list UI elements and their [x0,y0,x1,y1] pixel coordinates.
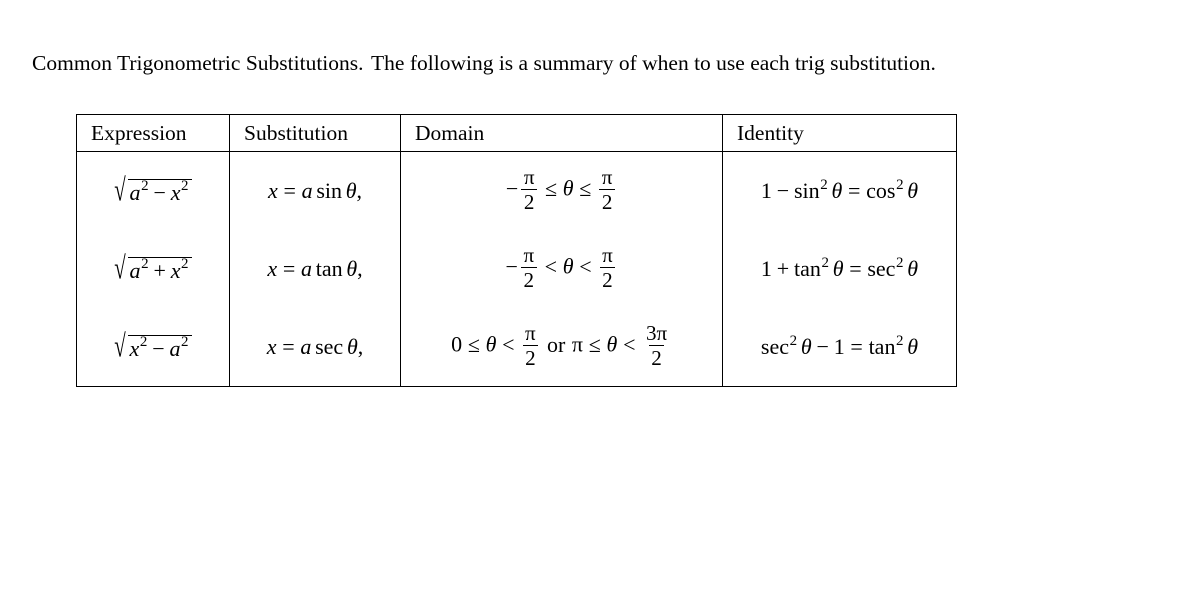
cell-expression: √ a2− x2 [76,151,230,230]
cell-identity: sec2 θ −1 = tan2 θ [722,308,957,387]
cell-substitution: x = a tan θ, [229,230,401,308]
intro-title: Common Trigonometric Substitutions. [32,50,364,75]
cell-expression: √ x2− a2 [76,308,230,387]
column-header-substitution: Substitution [229,114,401,152]
table-row: √ x2− a2 x = a sec θ, 0 ≤ θ < π 2 or π ≤ θ <3π 2 [76,308,957,387]
intro-paragraph: Common Trigonometric Substitutions. The f… [32,48,1110,79]
column-header-domain: Domain [400,114,723,152]
column-header-expression: Expression [76,114,230,152]
domain-formula: 0 ≤ θ < π 2 or π ≤ θ <3π 2 [451,321,668,371]
substitution-formula: x = a tan θ, [267,256,363,281]
substitution-formula: x = a sec θ, [266,334,364,359]
domain-formula: − π 2 ≤ θ ≤ π 2 [506,166,617,214]
table-row: √ a2 + x2 x = a tan θ, − π 2 < θ < π 2 1… [76,230,957,308]
cell-substitution: x = a sin θ, [229,151,401,230]
substitution-formula: x = a sin θ, [267,178,363,203]
expression-formula: √ a2− x2 [114,173,192,205]
cell-domain: 0 ≤ θ < π 2 or π ≤ θ <3π 2 [400,308,723,387]
table-row: √ a2− x2 x = a sin θ, − π 2 ≤ θ ≤ π 2 1 … [76,151,957,230]
cell-expression: √ a2 + x2 [76,230,230,308]
cell-substitution: x = a sec θ, [229,308,401,387]
identity-formula: 1 + tan2 θ = sec2 θ [760,254,919,281]
cell-domain: − π 2 ≤ θ ≤ π 2 [400,151,723,230]
identity-formula: 1− sin2 θ = cos2 θ [760,176,919,203]
cell-domain: − π 2 < θ < π 2 [400,230,723,308]
domain-formula: − π 2 < θ < π 2 [505,244,617,292]
expression-formula: √ a2 + x2 [114,251,192,283]
cell-identity: 1− sin2 θ = cos2 θ [722,151,957,230]
document-page: Common Trigonometric Substitutions. The f… [0,0,1200,608]
expression-formula: √ x2− a2 [114,329,192,361]
cell-identity: 1 + tan2 θ = sec2 θ [722,230,957,308]
intro-body: The following is a summary of when to us… [371,50,936,75]
identity-formula: sec2 θ −1 = tan2 θ [760,332,919,359]
column-header-identity: Identity [722,114,957,152]
table-header-row: Expression Substitution Domain Identity [76,114,957,152]
trig-substitutions-table: Expression Substitution Domain Identity … [76,114,957,387]
